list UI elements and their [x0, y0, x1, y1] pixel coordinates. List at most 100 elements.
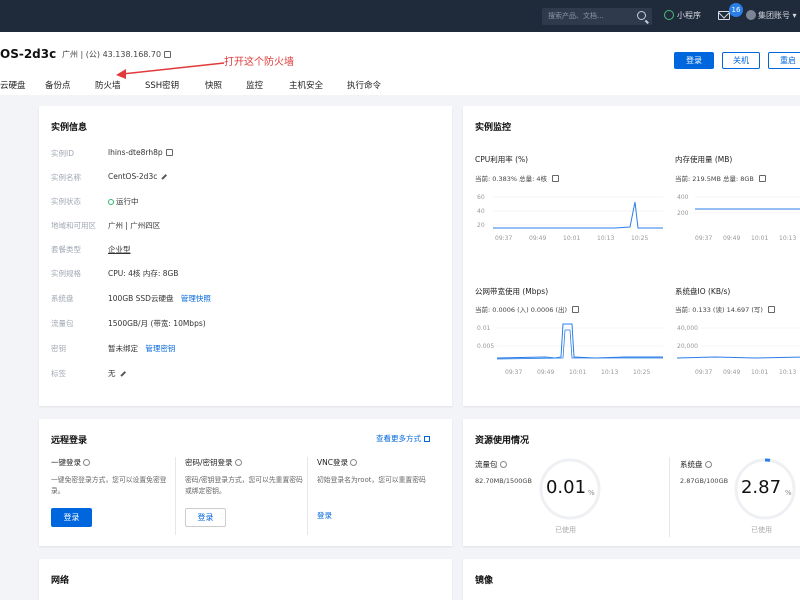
info-value: 企业型: [108, 245, 131, 254]
mail-icon[interactable]: [718, 11, 730, 20]
instance-id: lhins-dte8rh8p: [108, 148, 163, 157]
avatar[interactable]: [746, 10, 756, 20]
info-label: 实例名称: [51, 173, 81, 182]
cpu-chart-title: CPU利用率 (%): [475, 155, 529, 164]
bandwidth-chart-title: 公网带宽使用 (Mbps): [475, 287, 549, 296]
memory-xtick: 09:37: [695, 235, 712, 242]
manage-key-link[interactable]: 管理密钥: [145, 344, 175, 353]
column-divider: [669, 457, 670, 537]
tab-host-security[interactable]: 主机安全: [289, 79, 323, 91]
cpu-current-text: 当前: 0.383% 总量: 4核: [475, 175, 547, 183]
tab-run-command[interactable]: 执行命令: [347, 79, 381, 91]
account-menu[interactable]: 集团账号 ▾: [758, 10, 797, 21]
copy-icon[interactable]: [165, 149, 173, 156]
search-placeholder: 搜索产品、文档...: [548, 12, 604, 20]
image-card: 镜像: [463, 559, 800, 600]
disk-io-ytick: 20,000: [677, 343, 698, 350]
tab-snapshot[interactable]: 快照: [205, 79, 222, 91]
mini-program-link[interactable]: 小程序: [664, 10, 701, 21]
cpu-xtick: 10:01: [563, 235, 580, 242]
instance-ip-text: 广州 | (公) 43.138.168.70: [62, 50, 162, 59]
bandwidth-xtick: 10:01: [569, 369, 586, 376]
copy-icon[interactable]: [758, 175, 766, 182]
info-icon[interactable]: [704, 461, 712, 468]
memory-xtick: 10:13: [779, 235, 796, 242]
info-value: CPU: 4核 内存: 8GB: [108, 269, 179, 278]
copy-icon[interactable]: [768, 306, 776, 313]
shutdown-button[interactable]: 关机: [722, 52, 760, 69]
resource-usage-title: 资源使用情况: [475, 436, 530, 446]
monitoring-card: 实例监控 CPU利用率 (%) 当前: 0.383% 总量: 4核 60 40 …: [463, 106, 800, 406]
cpu-series-line: [493, 201, 663, 229]
image-title: 镜像: [475, 576, 494, 586]
manage-snapshot-link[interactable]: 管理快照: [181, 294, 211, 303]
cpu-xtick: 09:37: [495, 235, 512, 242]
info-icon[interactable]: [83, 459, 90, 466]
info-value: 无: [108, 368, 126, 379]
bandwidth-series-in: [496, 323, 663, 359]
vnc-login-link[interactable]: 登录: [317, 510, 332, 521]
bandwidth-current-text: 当前: 0.0006 (入) 0.0006 (出): [475, 306, 568, 314]
password-login-title: 密码/密钥登录: [185, 457, 242, 468]
vnc-login-label: VNC登录: [317, 458, 348, 467]
one-click-login-desc: 一键免密登录方式，您可以设置免密登录。: [51, 476, 167, 495]
edit-icon[interactable]: [119, 370, 126, 376]
network-title: 网络: [51, 576, 70, 586]
tab-backup[interactable]: 备份点: [45, 79, 71, 91]
info-icon[interactable]: [499, 461, 507, 468]
bandwidth-series-out: [496, 329, 663, 360]
memory-chart-title: 内存使用量 (MB): [675, 155, 733, 164]
tab-ssh-key[interactable]: SSH密钥: [145, 79, 179, 91]
search-input[interactable]: 搜索产品、文档...: [542, 8, 652, 25]
memory-ytick: 200: [677, 210, 689, 217]
traffic-percent-unit: %: [588, 489, 595, 497]
bandwidth-current: 当前: 0.0006 (入) 0.0006 (出): [475, 304, 580, 314]
restart-button[interactable]: 重启: [768, 52, 800, 69]
cpu-xtick: 09:49: [529, 235, 546, 242]
more-login-methods-link[interactable]: 查看更多方式: [376, 433, 430, 444]
info-label: 系统盘: [51, 294, 74, 303]
copy-icon[interactable]: [572, 306, 580, 313]
info-icon[interactable]: [234, 459, 242, 466]
info-label: 密钥: [51, 344, 66, 353]
traffic-usage: 82.70MB/1500GB: [475, 477, 532, 485]
tab-monitor[interactable]: 监控: [246, 79, 263, 91]
password-login-button[interactable]: 登录: [185, 508, 226, 527]
resource-usage-card: 资源使用情况 流量包 82.70MB/1500GB 0.01 % 已使用 系统盘…: [463, 419, 800, 546]
instance-ip: 广州 | (公) 43.138.168.70: [62, 49, 172, 60]
traffic-percent: 0.01: [545, 477, 587, 498]
instance-title: OS-2d3c: [0, 47, 57, 61]
tag-value: 无: [108, 369, 116, 378]
cpu-chart: 60 40 20 09:37 09:49 10:01 10:13 10:25: [477, 194, 663, 242]
info-label: 流量包: [51, 319, 74, 328]
one-click-login-button[interactable]: 登录: [51, 508, 92, 527]
network-card: 网络: [39, 559, 452, 600]
status-running-icon: [108, 199, 114, 205]
edit-icon[interactable]: [161, 173, 167, 179]
tab-firewall[interactable]: 防火墙: [95, 79, 121, 91]
search-icon[interactable]: [637, 11, 646, 20]
info-label: 标签: [51, 369, 66, 378]
cpu-ytick: 40: [477, 208, 485, 215]
info-label: 实例状态: [51, 197, 81, 206]
disk-io-xtick: 10:01: [751, 369, 768, 376]
mini-program-icon: [664, 10, 674, 20]
copy-icon[interactable]: [164, 51, 172, 58]
info-value: 运行中: [108, 196, 139, 207]
disk-io-series-line: [676, 356, 800, 359]
info-icon[interactable]: [349, 459, 357, 466]
info-value: 广州 | 广州四区: [108, 221, 161, 230]
key-value: 暂未绑定: [108, 344, 138, 353]
disk-io-current-text: 当前: 0.133 (读) 14.697 (写): [675, 306, 763, 314]
bandwidth-xtick: 10:25: [633, 369, 650, 376]
memory-xtick: 10:01: [751, 235, 768, 242]
disk-io-xtick: 09:37: [695, 369, 712, 376]
copy-icon[interactable]: [552, 175, 560, 182]
login-button[interactable]: 登录: [674, 52, 714, 69]
disk-io-xtick: 10:13: [779, 369, 796, 376]
system-disk-title: 系统盘: [680, 459, 712, 470]
tab-cloud-disk[interactable]: 云硬盘: [0, 79, 26, 91]
traffic-used-label: 已使用: [555, 526, 576, 534]
bandwidth-ytick: 0.01: [477, 325, 491, 332]
memory-current-text: 当前: 219.5MB 总量: 8GB: [675, 175, 754, 183]
